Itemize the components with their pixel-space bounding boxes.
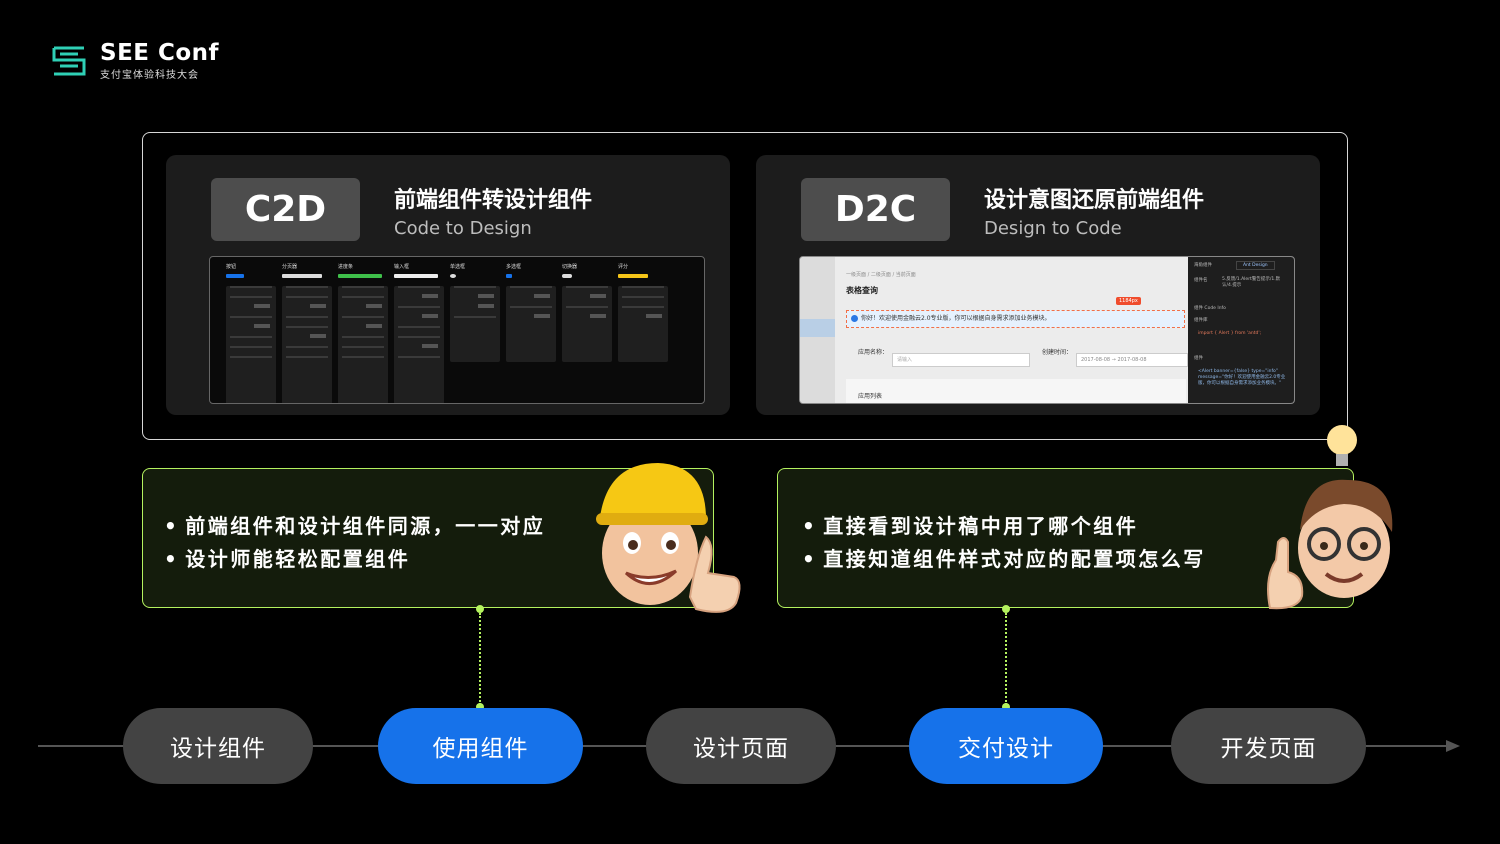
page-title: 表格查询 xyxy=(846,286,878,295)
d2c-subtitle: Design to Code xyxy=(984,218,1122,239)
switch-preview xyxy=(562,274,572,278)
alert-text: 你好！欢迎使用金融云2.0专业版，你可以根据自身需求添加业务模块。 xyxy=(861,315,1051,322)
inspector-panel: 海角组件 Ant Design 组件名 5.反馈/1.Alert警告提示/1.默… xyxy=(1188,257,1294,403)
column-label: 评分 xyxy=(618,264,629,270)
list-section: 应用列表 xyxy=(846,379,1186,403)
component-name-label: 组件名 xyxy=(1194,278,1208,283)
bullet-text: 直接知道组件样式对应的配置项怎么写 xyxy=(802,543,1206,572)
date-range-input[interactable]: 2017-08-08 → 2017-08-08 xyxy=(1076,353,1188,367)
column-label: 输入框 xyxy=(394,264,410,270)
connector-dot xyxy=(476,605,484,613)
date-end: 2017-08-08 xyxy=(1117,357,1147,363)
date-start: 2017-08-08 xyxy=(1081,357,1111,363)
button-preview xyxy=(226,274,244,278)
import-label: 组件库 xyxy=(1194,318,1208,323)
component-path: 5.反馈/1.Alert警告提示/1.默认/4.提示 xyxy=(1222,277,1281,288)
c2d-title: 前端组件转设计组件 xyxy=(394,188,593,213)
brand-title: SEE Conf xyxy=(100,40,220,66)
pagination-preview xyxy=(282,274,322,278)
step-design-components[interactable]: 设计组件 xyxy=(123,708,313,784)
column-label: 进度条 xyxy=(338,264,354,270)
c2d-tag: C2D xyxy=(211,178,360,241)
info-icon xyxy=(851,315,858,322)
column-label: 按钮 xyxy=(226,264,237,270)
c2d-screenshot: 按钮 分页器 进度条 输入框 单选框 多选框 切换器 评分 xyxy=(209,256,705,404)
app-name-input[interactable]: 请输入 xyxy=(892,353,1030,367)
component-column: 分页器 xyxy=(282,263,332,403)
checkbox-preview xyxy=(506,274,512,278)
bullet-text: 直接看到设计稿中用了哪个组件 xyxy=(802,510,1138,539)
component-column: 单选框 xyxy=(450,263,500,397)
component-code: <Alert banner={false} type="info" messag… xyxy=(1198,369,1286,386)
width-badge: 1184px xyxy=(1116,297,1141,305)
component-column: 进度条 xyxy=(338,263,388,403)
alert-banner: 你好！欢迎使用金融云2.0专业版，你可以根据自身需求添加业务模块。 xyxy=(846,310,1185,328)
component-column: 多选框 xyxy=(506,263,556,397)
step-develop-pages[interactable]: 开发页面 xyxy=(1171,708,1366,784)
column-label: 切换器 xyxy=(562,264,578,270)
sidebar xyxy=(800,257,835,403)
column-label: 多选框 xyxy=(506,264,522,270)
bullet-text: 前端组件和设计组件同源，一一对应 xyxy=(164,510,545,539)
d2c-screenshot: 一级页面 / 二级页面 / 当前页面 表格查询 1184px 你好！欢迎使用金融… xyxy=(799,256,1295,404)
created-label: 创建时间： xyxy=(1042,349,1073,356)
bullet-text: 设计师能轻松配置组件 xyxy=(164,543,410,572)
column-label: 分页器 xyxy=(282,264,298,270)
input-preview xyxy=(394,274,438,278)
code-info-title: 组件 Code Info xyxy=(1194,306,1226,311)
component-column: 按钮 xyxy=(226,263,276,403)
d2c-tag: D2C xyxy=(801,178,950,241)
connector-line xyxy=(1005,613,1007,705)
brand-subtitle: 支付宝体验科技大会 xyxy=(100,70,199,81)
progress-preview xyxy=(338,274,382,278)
component-column: 切换器 xyxy=(562,263,612,397)
panel-header: 海角组件 xyxy=(1194,263,1212,268)
rate-preview xyxy=(618,274,648,278)
see-conf-logo-icon xyxy=(52,46,86,76)
step-deliver-design[interactable]: 交付设计 xyxy=(909,708,1103,784)
column-label: 单选框 xyxy=(450,264,466,270)
lightbulb-avatar-icon xyxy=(1267,425,1393,610)
connector-dot xyxy=(1002,605,1010,613)
step-use-components[interactable]: 使用组件 xyxy=(378,708,583,784)
c2d-subtitle: Code to Design xyxy=(394,218,532,239)
code-label: 组件 xyxy=(1194,356,1203,361)
component-column: 输入框 xyxy=(394,263,444,403)
import-code: import { Alert } from 'antd'; xyxy=(1198,331,1262,336)
component-column: 评分 xyxy=(618,263,668,397)
library-tag[interactable]: Ant Design xyxy=(1236,261,1275,270)
app-name-label: 应用名称： xyxy=(858,349,889,356)
connector-line xyxy=(479,613,481,705)
builder-avatar-icon xyxy=(596,463,741,613)
radio-preview xyxy=(450,274,456,278)
arrow-right-icon xyxy=(1446,740,1460,752)
step-design-pages[interactable]: 设计页面 xyxy=(646,708,836,784)
breadcrumb: 一级页面 / 二级页面 / 当前页面 xyxy=(846,272,916,278)
d2c-title: 设计意图还原前端组件 xyxy=(984,188,1205,213)
